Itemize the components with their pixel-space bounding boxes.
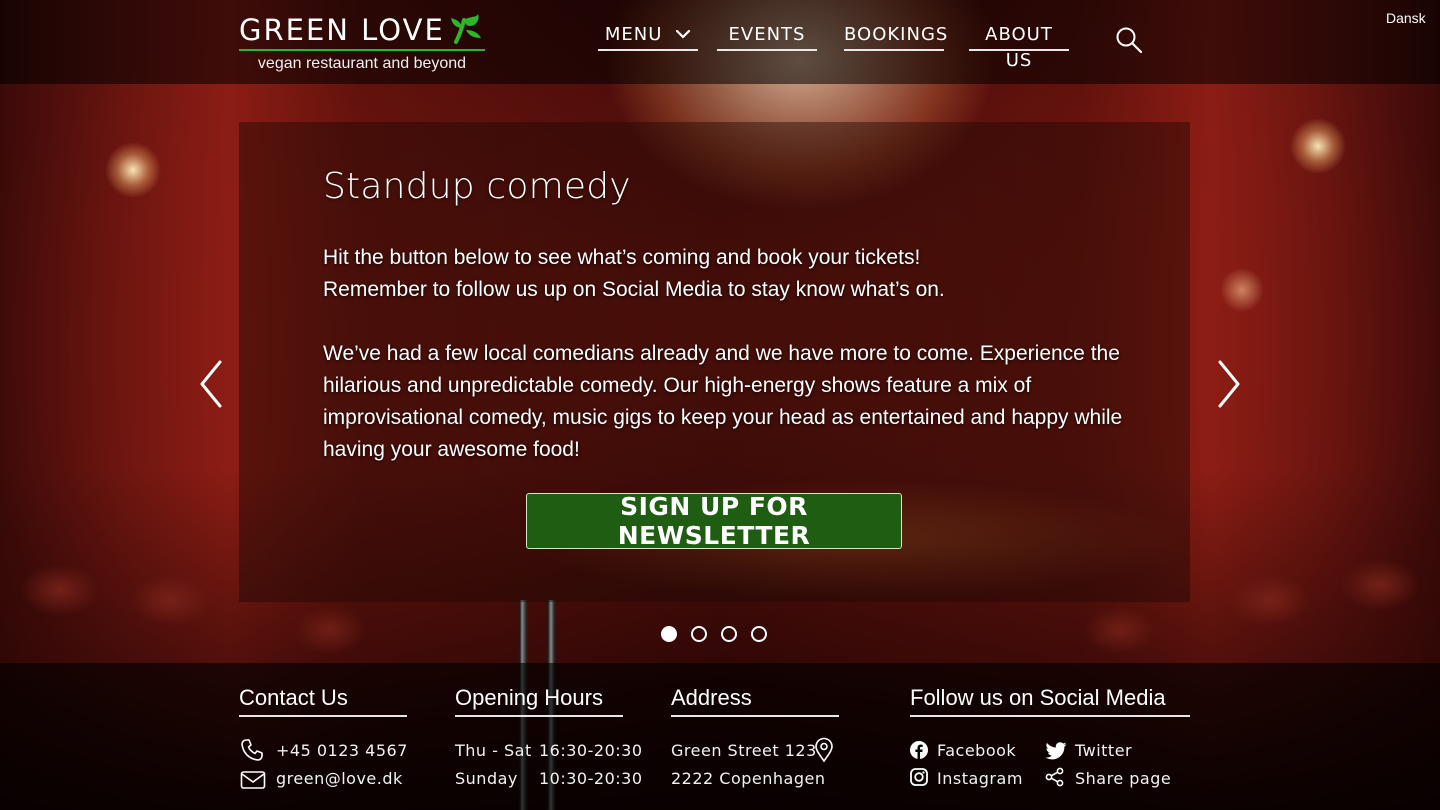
hero-text: Hit the button below to see what’s comin… [323, 242, 1143, 466]
social-heading: Follow us on Social Media [910, 685, 1190, 717]
site-footer: Contact Us +45 0123 4567 green@love.dk O… [0, 663, 1440, 810]
search-icon[interactable] [1115, 26, 1143, 54]
hours-days-2: Sunday [455, 769, 518, 788]
twitter-icon [1045, 742, 1067, 760]
newsletter-signup-button[interactable]: SIGN UP FOR NEWSLETTER [526, 492, 902, 550]
hours-heading: Opening Hours [455, 685, 623, 717]
chevron-down-icon [676, 29, 691, 39]
nav-menu[interactable]: MENU [598, 22, 698, 51]
slide-dot-4[interactable] [751, 626, 767, 642]
instagram-icon [910, 768, 928, 786]
site-header: GREEN LOVE vegan restaurant and beyond M… [0, 0, 1440, 84]
address-heading: Address [671, 685, 839, 717]
facebook-link[interactable]: Facebook [937, 741, 1016, 760]
share-icon [1045, 767, 1064, 787]
nav-bookings[interactable]: BOOKINGS [844, 22, 947, 51]
slide-dot-1[interactable] [661, 626, 677, 642]
footer-social: Follow us on Social Media [910, 685, 1190, 717]
nav-about-us[interactable]: ABOUT US [969, 22, 1069, 71]
language-switch[interactable]: Dansk [1386, 10, 1426, 26]
leaf-logo-icon [451, 14, 481, 44]
twitter-link[interactable]: Twitter [1075, 741, 1132, 760]
footer-contact: Contact Us [239, 685, 407, 717]
footer-hours: Opening Hours [455, 685, 623, 717]
hero-slide: Standup comedy Hit the button below to s… [239, 122, 1190, 602]
facebook-icon [910, 741, 928, 759]
hero-paragraph-2: We’ve had a few local comedians already … [323, 342, 1123, 461]
share-page-link[interactable]: Share page [1075, 769, 1171, 788]
address-street: Green Street 123 [671, 741, 817, 760]
footer-address: Address [671, 685, 839, 717]
slide-dot-3[interactable] [721, 626, 737, 642]
mail-icon [240, 771, 266, 789]
hero-line-2: Remember to follow us up on Social Media… [323, 278, 945, 301]
hours-days-1: Thu - Sat [455, 741, 532, 760]
slide-dot-2[interactable] [691, 626, 707, 642]
nav-events[interactable]: EVENTS [717, 22, 817, 51]
contact-phone[interactable]: +45 0123 4567 [276, 741, 408, 760]
phone-icon [241, 739, 263, 761]
contact-email[interactable]: green@love.dk [276, 769, 403, 788]
contact-heading: Contact Us [239, 685, 407, 717]
chevron-right-icon[interactable] [1214, 356, 1244, 412]
hero-title: Standup comedy [323, 166, 631, 207]
hero-line-1: Hit the button below to see what’s comin… [323, 246, 921, 269]
logo[interactable]: GREEN LOVE vegan restaurant and beyond [239, 10, 485, 73]
address-city: 2222 Copenhagen [671, 769, 826, 788]
chevron-left-icon[interactable] [196, 356, 226, 412]
slide-indicators [661, 626, 767, 642]
instagram-link[interactable]: Instagram [937, 769, 1023, 788]
hours-time-1: 16:30-20:30 [539, 741, 643, 760]
nav-menu-label: MENU [604, 24, 663, 45]
hours-time-2: 10:30-20:30 [539, 769, 643, 788]
location-pin-icon[interactable] [813, 737, 835, 763]
logo-tagline: vegan restaurant and beyond [257, 55, 467, 72]
